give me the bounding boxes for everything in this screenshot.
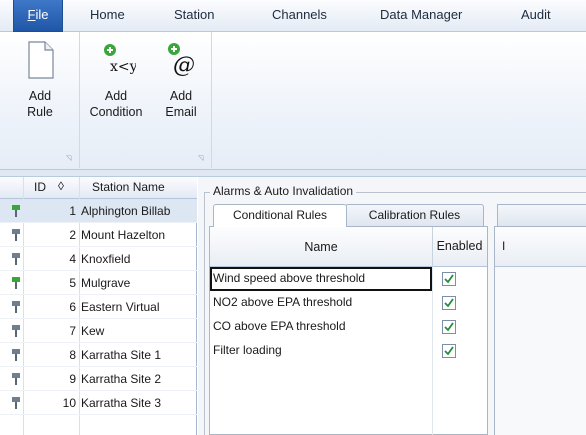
table-row[interactable]: 4 Knoxfield [0, 247, 197, 271]
station-id: 4 [69, 252, 76, 266]
rule-name[interactable]: Wind speed above threshold [213, 271, 365, 285]
column-header-id[interactable]: ID [34, 180, 46, 194]
station-grid: ID ◊ Station Name 1 Alphington Billab 2 Mou… [0, 177, 197, 435]
station-status-icon [12, 229, 21, 241]
add-rule-label-2: Rule [27, 105, 53, 119]
tab-data-manager[interactable]: Data Manager [380, 0, 462, 32]
email-icon-glyph: @ [173, 53, 195, 78]
tab-station[interactable]: Station [174, 0, 214, 32]
station-name: Eastern Virtual [81, 300, 160, 314]
add-condition-button[interactable]: x<y Add Condition [84, 38, 148, 120]
new-document-icon [20, 38, 60, 82]
rule-name[interactable]: NO2 above EPA threshold [213, 295, 352, 309]
station-name: Kew [81, 324, 105, 338]
column-header-station-name[interactable]: Station Name [92, 180, 165, 194]
station-id: 1 [69, 204, 76, 218]
table-row[interactable]: Filter loading [210, 339, 487, 363]
table-row[interactable]: 2 Mount Hazelton [0, 223, 197, 247]
station-id: 7 [69, 324, 76, 338]
add-email-icon: @ [161, 38, 201, 82]
alarms-panel: Alarms & Auto Invalidation Conditional R… [198, 177, 586, 435]
ribbon-body: Add Rule ◹ x<y Add Condition @ Add Email… [0, 32, 586, 170]
station-id: 2 [69, 228, 76, 242]
secondary-tab[interactable] [497, 204, 586, 226]
station-status-icon [12, 349, 21, 361]
secondary-column-header[interactable]: I [502, 239, 505, 253]
station-id: 5 [69, 276, 76, 290]
station-id: 9 [69, 372, 76, 386]
station-id: 6 [69, 300, 76, 314]
station-status-icon [12, 253, 21, 265]
table-row[interactable]: 6 Eastern Virtual [0, 295, 197, 319]
add-rule-label-1: Add [28, 89, 52, 103]
rule-name[interactable]: Filter loading [213, 343, 282, 357]
alarms-group-title: Alarms & Auto Invalidation [210, 184, 357, 198]
table-row[interactable]: Wind speed above threshold [210, 267, 487, 291]
station-name: Mount Hazelton [81, 228, 166, 242]
ribbon-tab-bar: File Home Station Channels Data Manager … [0, 0, 586, 32]
sort-icon[interactable]: ◊ [58, 179, 64, 193]
station-name: Alphington Billab [81, 204, 171, 218]
add-condition-label-1: Add [104, 89, 128, 103]
tab-channels[interactable]: Channels [272, 0, 327, 32]
tab-conditional-rules[interactable]: Conditional Rules [213, 204, 347, 227]
station-id: 8 [69, 348, 76, 362]
enabled-checkbox[interactable] [442, 272, 456, 286]
table-header: Name Enabled [210, 227, 487, 267]
column-header-enabled[interactable]: Enabled [432, 239, 487, 253]
add-condition-icon: x<y [96, 38, 138, 82]
add-email-button[interactable]: @ Add Email [156, 38, 206, 120]
ribbon-group-conditions: x<y Add Condition @ Add Email ◹ [80, 32, 212, 168]
station-id: 10 [62, 396, 76, 410]
station-name: Knoxfield [81, 252, 131, 266]
table-row[interactable]: 10 Karratha Site 3 [0, 391, 197, 415]
station-name: Mulgrave [81, 276, 131, 290]
table-row[interactable]: 7 Kew [0, 319, 197, 343]
dialog-launcher-icon[interactable]: ◹ [198, 155, 206, 163]
condition-icon-glyph: x<y [110, 59, 136, 75]
table-row[interactable]: 8 Karratha Site 1 [0, 343, 197, 367]
enabled-checkbox[interactable] [442, 320, 456, 334]
enabled-checkbox[interactable] [442, 296, 456, 310]
station-status-icon [12, 277, 21, 289]
secondary-table-header: I [495, 227, 586, 267]
table-row[interactable]: 1 Alphington Billab [0, 199, 197, 223]
add-email-label-1: Add [169, 89, 193, 103]
table-row[interactable]: CO above EPA threshold [210, 315, 487, 339]
secondary-table: I [494, 226, 586, 435]
add-email-label-2: Email [165, 105, 197, 119]
station-name: Karratha Site 1 [81, 348, 162, 362]
rule-name[interactable]: CO above EPA threshold [213, 319, 346, 333]
file-label-rest: ile [35, 7, 49, 22]
ribbon-separator [0, 170, 586, 177]
add-condition-label-2: Condition [89, 105, 143, 119]
ribbon-group-rules: Add Rule ◹ [0, 32, 80, 168]
tab-home[interactable]: Home [90, 0, 125, 32]
tab-file[interactable]: File [13, 0, 63, 32]
station-status-icon [12, 301, 21, 313]
dialog-launcher-icon[interactable]: ◹ [66, 155, 74, 163]
table-row[interactable]: NO2 above EPA threshold [210, 291, 487, 315]
tab-audit[interactable]: Audit [521, 0, 551, 32]
station-name: Karratha Site 3 [81, 396, 162, 410]
grid-header: ID ◊ Station Name [0, 177, 197, 199]
station-status-icon [12, 205, 21, 217]
add-rule-button[interactable]: Add Rule [12, 38, 68, 120]
enabled-checkbox[interactable] [442, 344, 456, 358]
tab-calibration-rules[interactable]: Calibration Rules [345, 204, 484, 226]
station-status-icon [12, 397, 21, 409]
conditional-rules-table: Name Enabled Wind speed above threshold N… [209, 226, 488, 435]
table-row[interactable]: 9 Karratha Site 2 [0, 367, 197, 391]
station-status-icon [12, 373, 21, 385]
station-status-icon [12, 325, 21, 337]
table-row[interactable]: 5 Mulgrave [0, 271, 197, 295]
station-name: Karratha Site 2 [81, 372, 162, 386]
secondary-pane: I [494, 204, 586, 435]
